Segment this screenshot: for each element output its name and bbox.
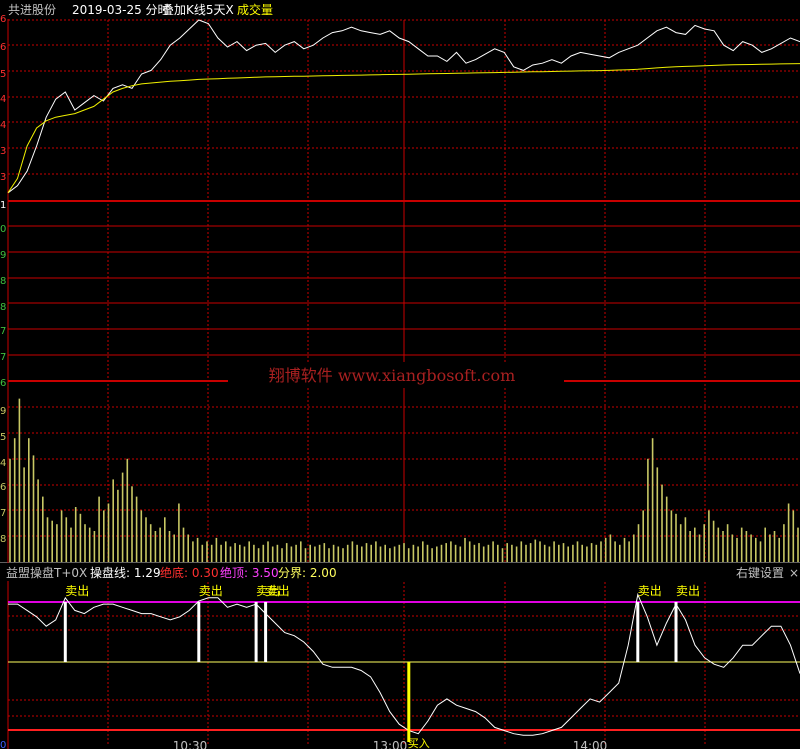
price-tick-label: 5	[0, 69, 6, 80]
stock-name: 共进股份	[8, 3, 56, 17]
settings-button[interactable]: 右键设置	[736, 565, 784, 580]
indicator-divide-label: 分界: 2.00	[278, 566, 337, 580]
volume-label: 成交量	[237, 2, 273, 17]
price-tick-label: 4	[0, 120, 6, 131]
price-tick-label: 8	[0, 276, 6, 287]
price-tick-label: 6	[0, 42, 6, 53]
volume-tick-label: 8	[0, 534, 6, 545]
indicator-name: 益盟操盘T+0X	[6, 565, 87, 580]
sell-signal-label: 卖出	[199, 584, 223, 598]
indicator-line-label: 操盘线: 1.29	[90, 565, 161, 580]
time-tick: 14:00	[573, 739, 608, 749]
price-tick-label: 4	[0, 94, 6, 105]
time-tick: 13:00	[373, 739, 408, 749]
date-mode: 2019-03-25 分时	[72, 3, 170, 17]
sell-signal-label: 卖出	[676, 584, 700, 598]
price-tick-label: 3	[0, 172, 6, 183]
close-icon[interactable]: ×	[789, 566, 799, 580]
indicator-bottom-label: 绝底: 0.30	[160, 565, 219, 580]
intraday-chart: 共进股份 2019-03-25 分时 叠加K线5天X 成交量 卖出 卖出 卖出卖出卖…	[0, 0, 800, 749]
volume-tick-label: 7	[0, 508, 6, 519]
volume-tick-label: 9	[0, 406, 6, 417]
price-tick-label: 7	[0, 352, 6, 363]
price-tick-label: 0	[0, 224, 6, 235]
sell-signal-label: 卖出	[65, 584, 89, 598]
price-tick-label: 6	[0, 14, 6, 25]
price-tick-label: 8	[0, 302, 6, 313]
buy-signal-label: 买入	[408, 737, 430, 749]
time-tick: 10:30	[173, 739, 208, 749]
indicator-top-label: 绝顶: 3.50	[220, 565, 279, 580]
volume-tick-label: 5	[0, 432, 6, 443]
price-tick-label: 1	[0, 200, 6, 211]
indicator-tick-label: 0	[0, 740, 6, 749]
sell-signal-label: 卖出	[638, 584, 662, 598]
sell-signal-label: 卖出	[266, 584, 290, 598]
price-tick-label: 9	[0, 250, 6, 261]
price-tick-label: 6	[0, 378, 6, 389]
price-tick-label: 3	[0, 146, 6, 157]
watermark: 翔博软件 www.xiangbosoft.com	[269, 366, 516, 385]
overlay-label[interactable]: 叠加K线5天X	[162, 3, 234, 17]
volume-tick-label: 6	[0, 482, 6, 493]
volume-tick-label: 4	[0, 458, 6, 469]
price-tick-label: 7	[0, 326, 6, 337]
